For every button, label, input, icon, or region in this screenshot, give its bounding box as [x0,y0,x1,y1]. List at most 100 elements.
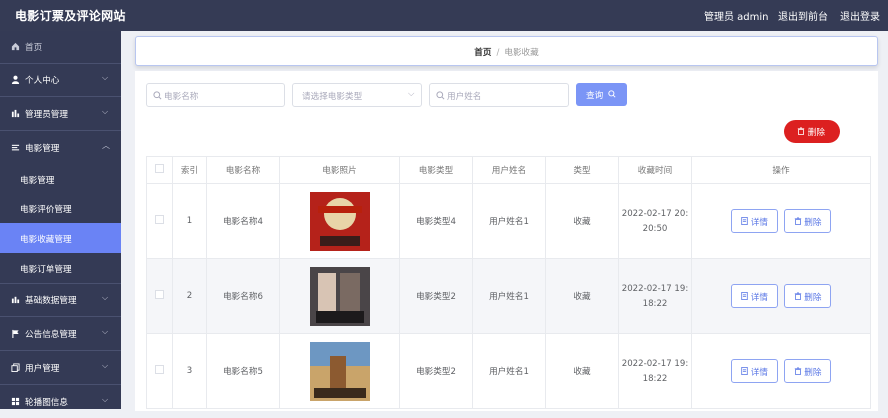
chevron-down-icon: ⌵ [102,327,109,336]
chevron-down-icon: ⌵ [102,107,109,116]
sidebar-item-personal[interactable]: 个人中心 ⌵ [0,64,121,96]
sidebar-item-home[interactable]: 首页 [0,31,121,63]
row-type: 电影类型4 [399,183,473,259]
sidebar: 首页 个人中心 ⌵ 管理员管理 ⌵ 电影管理 ︿ 电影管理 电影评价管理 电影收… [0,31,121,409]
col-actions: 操作 [691,156,871,184]
row-checkbox[interactable] [155,215,164,224]
submenu-movie-favorites[interactable]: 电影收藏管理 [0,223,121,253]
time-line-1: 2022-02-17 19: [621,358,689,369]
time-line-1: 2022-02-17 20: [621,208,689,219]
col-kind: 类型 [545,156,619,184]
sidebar-item-movies[interactable]: 电影管理 ︿ [0,132,121,164]
detail-button[interactable]: 详情 [731,209,778,233]
row-type: 电影类型2 [399,258,473,334]
copy-icon [11,363,20,372]
row-checkbox[interactable] [155,290,164,299]
placeholder-text: 请选择电影类型 [302,92,363,102]
content-panel: 电影名称 请选择电影类型 ⌵ 用户姓名 查询 删除 索引 电影名称 电影照片 电… [135,71,878,411]
row-user: 用户姓名1 [472,333,546,409]
movie-type-select[interactable]: 请选择电影类型 ⌵ [292,83,422,107]
submenu-movie-manage[interactable]: 电影管理 [0,164,121,194]
row-user: 用户姓名1 [472,258,546,334]
col-user: 用户姓名 [472,156,546,184]
table-header-row: 索引 电影名称 电影照片 电影类型 用户姓名 类型 收藏时间 操作 [146,156,871,184]
delete-label: 删除 [804,368,822,378]
delete-button[interactable]: 删除 [784,359,831,383]
breadcrumb-home[interactable]: 首页 [474,48,491,58]
sidebar-item-users[interactable]: 用户管理 ⌵ [0,352,121,384]
detail-button[interactable]: 详情 [731,359,778,383]
col-type: 电影类型 [399,156,473,184]
col-photo: 电影照片 [279,156,400,184]
row-index: 3 [172,333,207,409]
submenu-movie-orders[interactable]: 电影订单管理 [0,253,121,283]
delete-button[interactable]: 删除 [784,284,831,308]
breadcrumb: 首页 / 电影收藏 [135,36,878,66]
chevron-down-icon: ⌵ [102,73,109,82]
chevron-down-icon: ⌵ [102,293,109,302]
app-title: 电影订票及评论网站 [15,9,126,23]
breadcrumb-separator: / [496,48,500,58]
trash-icon [797,127,805,135]
movie-poster [309,191,370,251]
row-kind: 收藏 [545,183,619,259]
chevron-down-icon: ⌵ [408,89,415,99]
detail-button[interactable]: 详情 [731,284,778,308]
top-bar: 电影订票及评论网站 管理员 admin 退出到前台 退出登录 [0,0,888,31]
detail-label: 详情 [750,368,768,378]
sidebar-item-carousel[interactable]: 轮播图信息 ⌵ [0,386,121,418]
row-time: 2022-02-17 20: 20:50 [618,183,692,259]
sidebar-item-label: 个人中心 [25,76,60,86]
submenu-label: 电影收藏管理 [20,235,72,245]
delete-button-label: 删除 [807,128,825,138]
home-icon [11,42,20,51]
user-name-input[interactable]: 用户姓名 [429,83,569,107]
movie-name-input[interactable]: 电影名称 [146,83,285,107]
sidebar-item-admin[interactable]: 管理员管理 ⌵ [0,98,121,130]
search-icon [436,91,445,100]
trash-icon [794,217,801,225]
sidebar-item-label: 首页 [25,43,43,53]
row-kind: 收藏 [545,258,619,334]
sidebar-item-notice[interactable]: 公告信息管理 ⌵ [0,318,121,350]
movie-poster [309,341,370,401]
user-icon [11,75,20,84]
chevron-up-icon: ︿ [102,141,110,150]
table-row: 2 电影名称6 电影类型2 用户姓名1 收藏 2022-02-17 19: 18:… [146,258,871,334]
row-name: 电影名称6 [206,258,280,334]
document-icon [741,367,748,375]
sidebar-item-label: 电影管理 [25,144,60,154]
placeholder-text: 电影名称 [164,92,199,102]
exit-to-front-link[interactable]: 退出到前台 [778,8,828,23]
time-line-2: 18:22 [642,298,668,309]
col-time: 收藏时间 [618,156,692,184]
chart-icon [11,109,20,118]
logout-link[interactable]: 退出登录 [840,8,880,23]
select-all-checkbox[interactable] [155,164,164,173]
search-icon [153,91,162,100]
sidebar-item-label: 轮播图信息 [25,398,68,408]
submenu-label: 电影管理 [20,176,55,186]
admin-label: 管理员 admin [704,12,769,23]
submenu-movie-review[interactable]: 电影评价管理 [0,193,121,223]
sidebar-item-label: 公告信息管理 [25,330,77,340]
trash-icon [794,367,801,375]
row-kind: 收藏 [545,333,619,409]
flag-icon [12,329,19,338]
col-name: 电影名称 [206,156,280,184]
submenu-label: 电影订单管理 [20,265,72,275]
time-line-2: 20:50 [642,223,668,234]
query-button[interactable]: 查询 [576,83,627,106]
favorites-table: 索引 电影名称 电影照片 电影类型 用户姓名 类型 收藏时间 操作 1 电影名称… [146,156,871,409]
batch-delete-button[interactable]: 删除 [784,120,840,143]
sidebar-item-label: 用户管理 [25,364,60,374]
document-icon [741,217,748,225]
delete-label: 删除 [804,218,822,228]
delete-button[interactable]: 删除 [784,209,831,233]
query-button-label: 查询 [586,91,604,101]
grid-icon [11,397,20,406]
sidebar-item-basedata[interactable]: 基础数据管理 ⌵ [0,284,121,316]
row-checkbox[interactable] [155,365,164,374]
row-name: 电影名称4 [206,183,280,259]
row-name: 电影名称5 [206,333,280,409]
